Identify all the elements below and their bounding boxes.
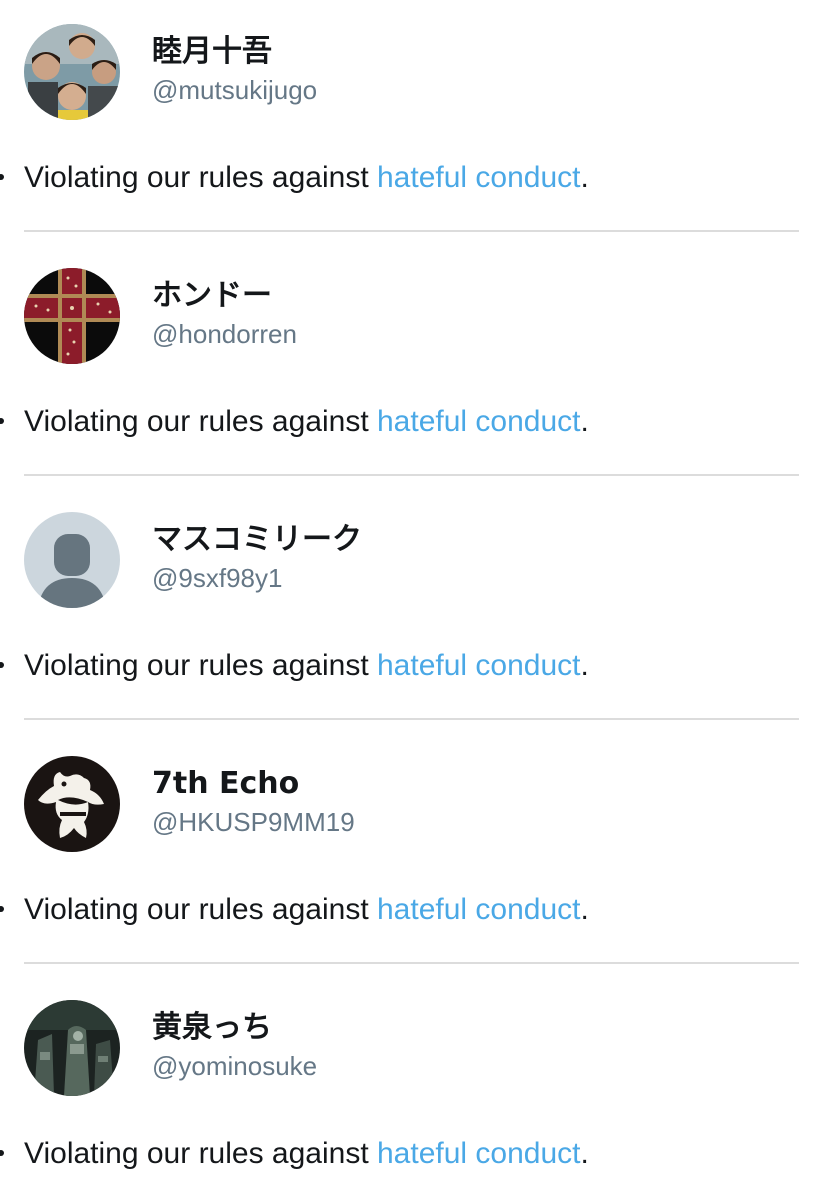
account-item: 黄泉っち @yominosuke Violating our rules aga… (0, 976, 823, 1200)
dark-photo-avatar[interactable] (24, 1000, 120, 1096)
user-handle[interactable]: @hondorren (152, 318, 297, 350)
suspension-reason: Violating our rules against hateful cond… (0, 1134, 589, 1174)
bullet-icon (0, 1150, 4, 1157)
reason-text: Violating our rules against (24, 405, 377, 438)
user-handle[interactable]: @mutsukijugo (152, 74, 317, 106)
reason-text: Violating our rules against (24, 893, 377, 926)
divider (24, 230, 799, 232)
bullet-icon (0, 418, 4, 425)
bear-logo-avatar[interactable] (24, 756, 120, 852)
reason-period: . (580, 1137, 589, 1170)
hateful-conduct-link[interactable]: hateful conduct (377, 405, 580, 438)
bullet-icon (0, 906, 4, 913)
user-handle[interactable]: @HKUSP9MM19 (152, 806, 355, 838)
display-name[interactable]: 黄泉っち (152, 1010, 272, 1046)
reason-period: . (580, 161, 589, 194)
divider (24, 474, 799, 476)
suspension-reason: Violating our rules against hateful cond… (0, 646, 589, 686)
bullet-icon (0, 662, 4, 669)
divider (24, 962, 799, 964)
suspended-accounts-list: 睦月十吾 @mutsukijugo Violating our rules ag… (0, 0, 823, 1200)
hateful-conduct-link[interactable]: hateful conduct (377, 893, 580, 926)
reason-text: Violating our rules against (24, 1137, 377, 1170)
suspension-reason: Violating our rules against hateful cond… (0, 158, 589, 198)
default-person-avatar[interactable] (24, 512, 120, 608)
reason-period: . (580, 893, 589, 926)
reason-period: . (580, 649, 589, 682)
account-item: 7th Echo @HKUSP9MM19 Violating our rules… (0, 732, 823, 976)
suspension-reason: Violating our rules against hateful cond… (0, 890, 589, 930)
reason-period: . (580, 405, 589, 438)
cross-emblem-avatar[interactable] (24, 268, 120, 364)
display-name[interactable]: ホンドー (152, 278, 272, 314)
account-item: 睦月十吾 @mutsukijugo Violating our rules ag… (0, 0, 823, 244)
hateful-conduct-link[interactable]: hateful conduct (377, 161, 580, 194)
display-name[interactable]: マスコミリーク (152, 522, 362, 558)
bullet-icon (0, 174, 4, 181)
display-name[interactable]: 7th Echo (152, 766, 299, 802)
account-item: マスコミリーク @9sxf98y1 Violating our rules ag… (0, 488, 823, 732)
divider (24, 718, 799, 720)
account-item: ホンドー @hondorren Violating our rules agai… (0, 244, 823, 488)
group-photo-avatar[interactable] (24, 24, 120, 120)
reason-text: Violating our rules against (24, 161, 377, 194)
suspension-reason: Violating our rules against hateful cond… (0, 402, 589, 442)
user-handle[interactable]: @yominosuke (152, 1050, 317, 1082)
user-handle[interactable]: @9sxf98y1 (152, 562, 282, 594)
reason-text: Violating our rules against (24, 649, 377, 682)
hateful-conduct-link[interactable]: hateful conduct (377, 1137, 580, 1170)
hateful-conduct-link[interactable]: hateful conduct (377, 649, 580, 682)
display-name[interactable]: 睦月十吾 (152, 34, 272, 70)
